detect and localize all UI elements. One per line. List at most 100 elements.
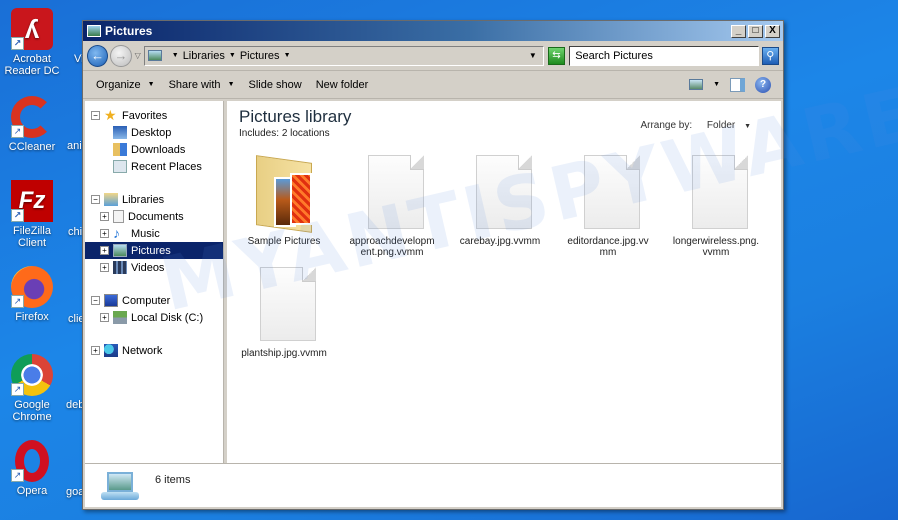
- desktop-icon-label: Opera: [16, 485, 48, 497]
- desktop-icon-opera[interactable]: ↗ Opera: [0, 440, 64, 497]
- file-item[interactable]: longerwireless.png. vvmm: [669, 153, 763, 258]
- nav-item-downloads[interactable]: Downloads: [85, 141, 223, 158]
- expand-icon[interactable]: +: [100, 229, 109, 238]
- nav-item-documents[interactable]: + Documents: [85, 208, 223, 225]
- view-options-caret-icon[interactable]: ▼: [713, 81, 720, 88]
- organize-button[interactable]: Organize ▼: [89, 79, 162, 91]
- file-icon: [578, 153, 640, 231]
- nav-computer-label: Computer: [122, 294, 171, 307]
- file-name-line1: editordance.jpg.vv: [567, 236, 649, 247]
- caret-down-icon: ▼: [147, 81, 155, 88]
- nav-item-recent-places[interactable]: Recent Places: [85, 158, 223, 175]
- nav-favorites[interactable]: − ★ Favorites: [85, 107, 223, 124]
- file-name-line1: approachdevelopm: [349, 236, 435, 247]
- refresh-icon: ⇆: [552, 49, 561, 61]
- file-item[interactable]: approachdevelopm ent.png.vvmm: [345, 153, 439, 258]
- file-item[interactable]: editordance.jpg.vv mm: [561, 153, 655, 258]
- recent-pages-dropdown[interactable]: ▽: [135, 51, 141, 60]
- downloads-icon: [113, 143, 127, 156]
- chrome-icon: ↗: [11, 354, 53, 396]
- address-history-dropdown[interactable]: ▼: [529, 51, 537, 60]
- nav-libraries-label: Libraries: [122, 193, 165, 206]
- forward-button[interactable]: →: [110, 44, 132, 67]
- nav-item-desktop[interactable]: Desktop: [85, 124, 223, 141]
- nav-item-label: Music: [131, 227, 160, 240]
- breadcrumb-pictures[interactable]: Pictures: [240, 50, 280, 62]
- help-icon[interactable]: ?: [755, 76, 771, 93]
- local-disk-icon: [113, 311, 127, 324]
- nav-network[interactable]: + Network: [85, 342, 223, 359]
- expand-icon[interactable]: +: [100, 263, 109, 272]
- includes-label: Includes:: [239, 128, 280, 139]
- pictures-library-icon: [147, 50, 162, 61]
- nav-item-label: Local Disk (C:): [131, 311, 204, 324]
- opera-icon: ↗: [11, 440, 49, 482]
- file-icon: [686, 153, 748, 231]
- breadcrumb-chevron-icon[interactable]: ▼: [229, 52, 236, 59]
- nav-item-label: Desktop: [131, 126, 172, 139]
- arrange-by-label: Arrange by:: [640, 120, 693, 131]
- desktop-icon-acrobat[interactable]: ʎ ↗ Acrobat Reader DC: [0, 8, 64, 77]
- breadcrumb-chevron-icon[interactable]: ▼: [284, 52, 291, 59]
- file-icon: [362, 153, 424, 231]
- maximize-button[interactable]: □: [748, 24, 763, 38]
- back-button[interactable]: ←: [87, 44, 109, 67]
- address-bar[interactable]: ▼ Libraries ▼ Pictures ▼ ▼: [143, 45, 544, 66]
- desktop-icon-chrome[interactable]: ↗ Google Chrome: [0, 354, 64, 423]
- nav-libraries[interactable]: − Libraries: [85, 191, 223, 208]
- expand-icon[interactable]: +: [100, 246, 109, 255]
- arrow-right-icon: →: [114, 48, 128, 63]
- desktop-icon-ccleaner[interactable]: ↗ CCleaner: [0, 96, 64, 153]
- arrange-by-dropdown[interactable]: Folder: [707, 120, 735, 131]
- preview-pane-icon[interactable]: [730, 77, 745, 92]
- expand-icon[interactable]: +: [100, 313, 109, 322]
- collapse-icon[interactable]: −: [91, 111, 100, 120]
- organize-label: Organize: [96, 78, 141, 91]
- library-includes: Includes: 2 locations: [239, 128, 330, 139]
- libraries-icon: [104, 193, 118, 206]
- slide-show-button[interactable]: Slide show: [242, 79, 309, 91]
- nav-item-label: Videos: [131, 261, 165, 274]
- nav-favorites-label: Favorites: [122, 109, 168, 122]
- search-button[interactable]: ⚲: [761, 46, 779, 65]
- file-item[interactable]: carebay.jpg.vvmm: [453, 153, 547, 247]
- close-button[interactable]: X: [765, 24, 780, 38]
- nav-item-music[interactable]: + ♪ Music: [85, 225, 223, 242]
- search-input[interactable]: Search Pictures: [569, 45, 759, 66]
- desktop-icon-filezilla[interactable]: Fz ↗ FileZilla Client: [0, 180, 64, 249]
- file-name-line1: longerwireless.png.: [672, 236, 760, 247]
- firefox-icon: ↗: [11, 266, 53, 308]
- desktop-icon-label: FileZilla Client: [13, 225, 51, 249]
- caret-down-icon: ▼: [227, 81, 235, 88]
- command-bar: Organize ▼ Share with ▼ Slide show New fol…: [83, 71, 783, 99]
- minimize-button[interactable]: _: [731, 24, 746, 38]
- details-pane: 6 items: [85, 463, 781, 507]
- search-icon: ⚲: [766, 49, 775, 62]
- navigation-pane: − ★ Favorites Desktop Downloads Recent P…: [85, 101, 224, 463]
- desktop-icon-firefox[interactable]: ↗ Firefox: [0, 266, 64, 323]
- includes-locations-link[interactable]: 2 locations: [282, 128, 330, 139]
- nav-item-videos[interactable]: + Videos: [85, 259, 223, 276]
- nav-item-local-disk[interactable]: + Local Disk (C:): [85, 309, 223, 326]
- breadcrumb-chevron-icon[interactable]: ▼: [172, 52, 179, 59]
- change-view-icon[interactable]: [689, 79, 704, 90]
- expand-icon[interactable]: +: [100, 212, 109, 221]
- nav-computer[interactable]: − Computer: [85, 292, 223, 309]
- share-with-button[interactable]: Share with ▼: [162, 79, 242, 91]
- breadcrumb-libraries[interactable]: Libraries: [183, 50, 225, 62]
- nav-item-pictures[interactable]: + Pictures: [85, 242, 223, 259]
- new-folder-button[interactable]: New folder: [309, 79, 376, 91]
- explorer-window: Pictures _ □ X ← → ▽ ▼ Libraries ▼ Pictu…: [82, 20, 784, 510]
- caret-down-icon[interactable]: ▼: [744, 123, 751, 130]
- filezilla-icon: Fz ↗: [11, 180, 53, 222]
- item-count: 6 items: [155, 474, 191, 486]
- refresh-button[interactable]: ⇆: [547, 46, 566, 65]
- collapse-icon[interactable]: −: [91, 296, 100, 305]
- title-bar[interactable]: Pictures _ □ X: [83, 21, 783, 41]
- file-item-sample-pictures[interactable]: Sample Pictures: [237, 153, 331, 247]
- share-with-label: Share with: [168, 78, 221, 91]
- collapse-icon[interactable]: −: [91, 195, 100, 204]
- expand-icon[interactable]: +: [91, 346, 100, 355]
- file-item[interactable]: plantship.jpg.vvmm: [237, 265, 331, 359]
- desktop-icon: [113, 126, 127, 139]
